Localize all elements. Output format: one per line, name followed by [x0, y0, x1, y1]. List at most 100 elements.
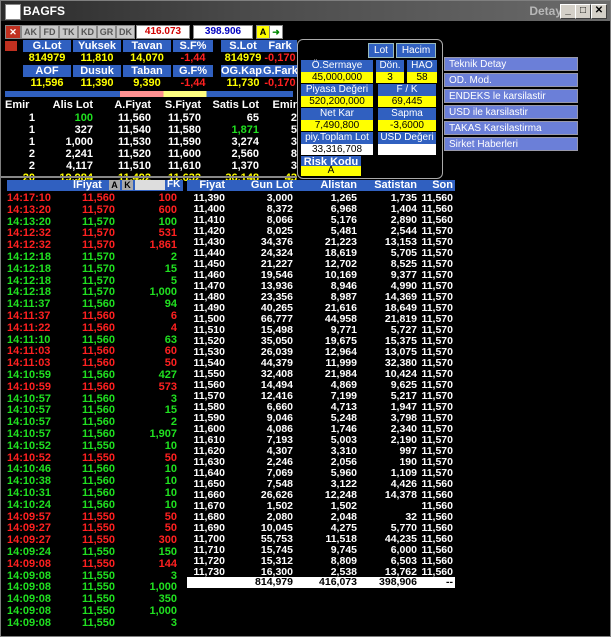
trade-row[interactable]: 14:10:38 11,560 10	[7, 475, 183, 487]
depth-cell: 3	[290, 160, 297, 172]
title-bar[interactable]: BAGFS Detay _ □ ✕	[1, 1, 610, 21]
trade-row[interactable]: 14:11:22 11,560 4	[7, 322, 183, 334]
link-2[interactable]: ENDEKS le karsilastir	[444, 89, 578, 103]
price-header: Fiyat	[199, 179, 225, 191]
trade-price: 11,560	[81, 498, 115, 511]
trade-time: 14:10:57	[7, 428, 52, 440]
trade-row[interactable]: 14:12:18 11,570 5	[7, 275, 183, 287]
trade-row[interactable]: 14:10:57 11,560 2	[7, 416, 183, 428]
trade-price: 11,560	[81, 487, 115, 499]
trade-row[interactable]: 14:11:37 11,560 94	[7, 298, 183, 310]
trade-time: 14:11:03	[7, 357, 51, 370]
trade-time: 14:12:32	[7, 239, 52, 252]
trade-time: 14:12:32	[7, 227, 52, 240]
maximize-button[interactable]: □	[575, 4, 591, 19]
trade-row[interactable]: 14:09:08 11,550 3	[7, 617, 183, 629]
hacim-button[interactable]: Hacim	[396, 43, 436, 58]
trade-row[interactable]: 14:17:10 11,560 100	[7, 192, 183, 204]
trade-row[interactable]: 14:10:59 11,560 573	[7, 381, 183, 393]
tool-dk[interactable]: DK	[116, 25, 135, 39]
trade-row[interactable]: 14:11:37 11,560 6	[7, 310, 183, 322]
link-3[interactable]: USD ile karsilastir	[444, 105, 578, 119]
close-button[interactable]: ✕	[591, 4, 607, 19]
trade-row[interactable]: 14:12:32 11,570 531	[7, 227, 183, 239]
trade-price: 11,560	[81, 428, 115, 440]
trade-time: 14:09:24	[7, 546, 52, 558]
trade-row[interactable]: 14:09:24 11,550 150	[7, 546, 183, 558]
link-5[interactable]: Sirket Haberleri	[444, 137, 578, 151]
trade-row[interactable]: 14:10:24 11,560 10	[7, 499, 183, 511]
trade-row[interactable]: 14:09:08 11,550 144	[7, 558, 183, 570]
trade-lot: 60	[164, 345, 177, 358]
scrollbar[interactable]	[597, 23, 610, 636]
trade-price: 11,550	[81, 569, 115, 582]
trade-time: 14:12:18	[7, 262, 52, 275]
trade-row[interactable]: 14:10:57 11,560 15	[7, 404, 183, 416]
trade-row[interactable]: 14:11:03 11,560 50	[7, 357, 183, 369]
trade-price: 11,570	[81, 262, 115, 275]
trades-a-button[interactable]: A	[109, 180, 120, 190]
tool-tk[interactable]: TK	[59, 25, 78, 39]
trade-row[interactable]: 14:09:08 11,550 350	[7, 593, 183, 605]
trade-row[interactable]: 14:12:18 11,570 15	[7, 263, 183, 275]
link-0[interactable]: Teknik Detay	[444, 57, 578, 71]
minimize-button[interactable]: _	[560, 4, 576, 19]
trades-k-button[interactable]: K	[122, 180, 133, 190]
depth-cell: 1,000	[65, 136, 93, 148]
price-total: 398,906	[379, 576, 417, 588]
trade-row[interactable]: 14:10:57 11,560 3	[7, 393, 183, 405]
depth-header: Emir	[272, 99, 297, 111]
trade-row[interactable]: 14:11:03 11,560 60	[7, 345, 183, 357]
trade-row[interactable]: 14:11:10 11,560 63	[7, 334, 183, 346]
trade-row[interactable]: 14:09:27 11,550 50	[7, 522, 183, 534]
trade-row[interactable]: 14:10:46 11,560 10	[7, 463, 183, 475]
trade-lot: 50	[164, 357, 177, 370]
tool-kd[interactable]: KD	[78, 25, 97, 39]
trade-lot: 573	[158, 380, 177, 393]
trades-fk-button[interactable]: FK	[167, 179, 180, 190]
sapma-value: -3,6000	[378, 120, 436, 131]
trade-row[interactable]: 14:10:57 11,560 1,907	[7, 428, 183, 440]
fk-label: F / K	[378, 84, 436, 96]
trade-lot: 94	[164, 298, 177, 311]
tool-gr[interactable]: GR	[97, 25, 116, 39]
trade-row[interactable]: 14:12:32 11,570 1,861	[7, 239, 183, 251]
trade-row[interactable]: 14:09:27 11,550 300	[7, 534, 183, 546]
trade-row[interactable]: 14:09:57 11,550 50	[7, 511, 183, 523]
trade-price: 11,560	[81, 357, 115, 370]
depth-cell: 100	[74, 112, 93, 124]
lot-button[interactable]: Lot	[368, 43, 394, 58]
trade-row[interactable]: 14:09:08 11,550 3	[7, 570, 183, 582]
trade-row[interactable]: 14:09:08 11,550 1,000	[7, 605, 183, 617]
summary-header-1: S.Lot	[221, 40, 265, 52]
trade-row[interactable]: 14:13:20 11,570 600	[7, 204, 183, 216]
trade-row[interactable]: 14:12:18 11,570 2	[7, 251, 183, 263]
trade-row[interactable]: 14:10:52 11,550 50	[7, 452, 183, 464]
alert-button[interactable]: A	[256, 25, 270, 39]
arrow-right-icon[interactable]: ➜	[269, 25, 283, 39]
trade-row[interactable]: 14:12:18 11,570 1,000	[7, 286, 183, 298]
trade-price: 11,550	[81, 451, 115, 464]
link-4[interactable]: TAKAS Karsilastirma	[444, 121, 578, 135]
depth-cell: 327	[74, 124, 93, 136]
trade-row[interactable]: 14:13:20 11,570 100	[7, 216, 183, 228]
tool-ak[interactable]: AK	[21, 25, 40, 39]
trades-filter-field[interactable]	[135, 180, 165, 190]
trade-row[interactable]: 14:09:08 11,550 1,000	[7, 581, 183, 593]
trade-price: 11,570	[81, 215, 115, 228]
row-marker-icon	[5, 41, 17, 51]
price-header: Satistan	[374, 179, 417, 191]
trade-row[interactable]: 14:10:59 11,560 427	[7, 369, 183, 381]
trade-price: 11,560	[81, 298, 115, 311]
trade-row[interactable]: 14:10:52 11,550 10	[7, 440, 183, 452]
trade-price: 11,550	[81, 522, 115, 535]
trade-row[interactable]: 14:10:31 11,560 10	[7, 487, 183, 499]
link-1[interactable]: OD. Mod.	[444, 73, 578, 87]
trade-time: 14:10:52	[7, 439, 52, 452]
hao-label: HAO	[407, 60, 437, 72]
summary-header-1: Tavan	[123, 40, 171, 52]
price-header: Son	[432, 179, 453, 191]
info-panel: Lot Hacim Ö.Sermaye 45,000,000 Dön. 3 HA…	[297, 39, 443, 179]
tool-fd[interactable]: FD	[40, 25, 59, 39]
close-icon[interactable]: ✕	[5, 25, 21, 39]
